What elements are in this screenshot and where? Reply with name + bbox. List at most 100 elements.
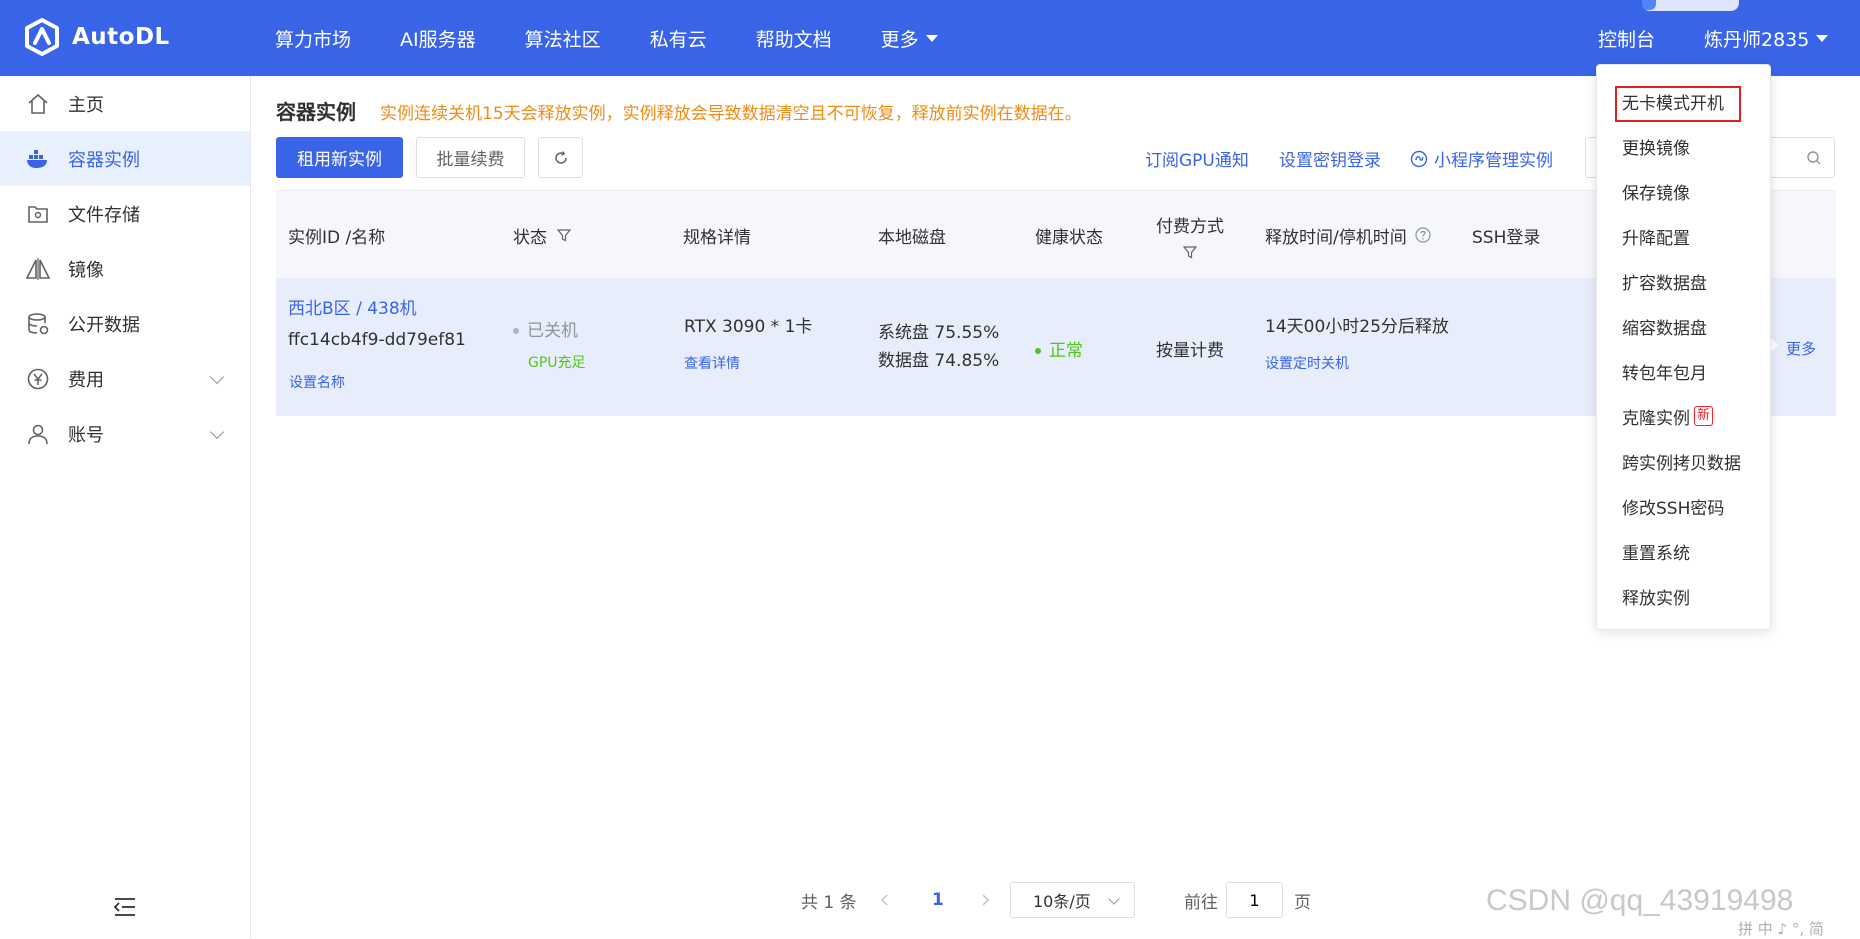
console-link[interactable]: 控制台 bbox=[1598, 25, 1655, 52]
chevron-down-icon bbox=[209, 369, 225, 385]
sidebar-item-label: 主页 bbox=[68, 94, 104, 116]
prev-page-icon[interactable] bbox=[880, 882, 890, 918]
set-scheduled-shutdown-link[interactable]: 设置定时关机 bbox=[1265, 353, 1349, 373]
sidebar-item-account[interactable]: 账号 bbox=[0, 406, 250, 461]
menu-item-clone-instance[interactable]: 克隆实例 新 bbox=[1597, 396, 1770, 436]
col-status-label: 状态 bbox=[513, 227, 547, 248]
set-ssh-key-link[interactable]: 设置密钥登录 bbox=[1279, 146, 1381, 171]
user-name: 炼丹师2835 bbox=[1704, 29, 1810, 51]
goto-page-input[interactable] bbox=[1226, 882, 1283, 918]
yen-icon bbox=[24, 365, 52, 393]
menu-item-reset-system[interactable]: 重置系统 bbox=[1597, 531, 1770, 571]
sidebar-item-label: 费用 bbox=[68, 369, 104, 391]
page-title: 容器实例 bbox=[276, 100, 356, 124]
home-icon bbox=[24, 90, 52, 118]
col-instance-id: 实例ID /名称 bbox=[288, 227, 386, 248]
sidebar-item-file-storage[interactable]: 文件存储 bbox=[0, 186, 250, 241]
col-pay[interactable]: 付费方式 bbox=[1156, 191, 1224, 279]
next-page-icon[interactable] bbox=[980, 882, 990, 918]
menu-item-change-ssh-password[interactable]: 修改SSH密码 bbox=[1597, 486, 1770, 526]
refresh-button[interactable] bbox=[538, 137, 583, 178]
caret-down-icon bbox=[925, 34, 938, 42]
csdn-watermark: CSDN @qq_43919498 bbox=[1486, 884, 1794, 917]
menu-item-cross-instance-copy[interactable]: 跨实例拷贝数据 bbox=[1597, 441, 1770, 481]
highlight-box bbox=[1615, 86, 1741, 122]
nav-help-docs[interactable]: 帮助文档 bbox=[756, 25, 832, 52]
sidebar-item-label: 公开数据 bbox=[68, 314, 140, 336]
sidebar-item-label: 镜像 bbox=[68, 259, 104, 281]
nav-ai-server[interactable]: AI服务器 bbox=[400, 25, 476, 52]
subscribe-gpu-notify-link[interactable]: 订阅GPU通知 bbox=[1145, 146, 1249, 171]
filter-icon[interactable] bbox=[557, 228, 571, 242]
sidebar: 主页 容器实例 文件存储 镜像 公开数据 费用 账号 bbox=[0, 76, 251, 938]
page-size-select[interactable]: 10条/页 bbox=[1010, 882, 1135, 918]
miniprogram-manage-label: 小程序管理实例 bbox=[1434, 151, 1553, 171]
menu-item-shrink-data-disk[interactable]: 缩容数据盘 bbox=[1597, 306, 1770, 346]
batch-renew-button[interactable]: 批量续费 bbox=[416, 137, 525, 178]
gpu-availability: GPU充足 bbox=[528, 355, 586, 371]
more-actions-dropdown: 无卡模式开机 更换镜像 保存镜像 升降配置 扩容数据盘 缩容数据盘 转包年包月 … bbox=[1596, 64, 1771, 630]
col-status[interactable]: 状态 bbox=[513, 191, 571, 279]
sidebar-item-label: 账号 bbox=[68, 424, 104, 446]
col-disk: 本地磁盘 bbox=[878, 227, 946, 248]
menu-item-resize-config[interactable]: 升降配置 bbox=[1597, 216, 1770, 256]
row-more-link[interactable]: 更多 bbox=[1786, 338, 1816, 359]
brand-name: AutoDL bbox=[72, 24, 170, 50]
goto-label: 前往 bbox=[1184, 892, 1218, 913]
menu-item-save-image[interactable]: 保存镜像 bbox=[1597, 171, 1770, 211]
chevron-down-icon bbox=[209, 424, 225, 440]
col-release-time: 释放时间/停机时间 bbox=[1265, 191, 1431, 279]
col-pay-label: 付费方式 bbox=[1156, 216, 1224, 237]
set-name-link[interactable]: 设置名称 bbox=[289, 372, 345, 392]
instance-region-link[interactable]: 西北B区 / 438机 bbox=[288, 294, 417, 319]
ime-status-bar: 拼 中 ♪ °, 简 bbox=[1738, 920, 1824, 938]
col-spec: 规格详情 bbox=[683, 227, 751, 248]
nav-private-cloud[interactable]: 私有云 bbox=[650, 25, 707, 52]
pagination-total: 共 1 条 bbox=[801, 892, 857, 913]
clone-instance-label: 克隆实例 bbox=[1622, 408, 1690, 429]
nav-more-label: 更多 bbox=[880, 28, 919, 51]
view-spec-detail-link[interactable]: 查看详情 bbox=[684, 353, 740, 373]
user-icon bbox=[24, 420, 52, 448]
menu-item-convert-subscription[interactable]: 转包年包月 bbox=[1597, 351, 1770, 391]
page-suffix: 页 bbox=[1294, 892, 1311, 913]
caret-down-icon bbox=[1816, 35, 1829, 42]
user-menu[interactable]: 炼丹师2835 bbox=[1704, 25, 1829, 52]
health-dot bbox=[1035, 348, 1041, 354]
autodl-logo-icon bbox=[25, 18, 59, 56]
sidebar-item-images[interactable]: 镜像 bbox=[0, 241, 250, 296]
image-icon bbox=[24, 255, 52, 283]
sidebar-item-label: 容器实例 bbox=[68, 149, 140, 171]
col-release-label: 释放时间/停机时间 bbox=[1265, 227, 1407, 248]
brand-logo[interactable]: AutoDL bbox=[22, 17, 170, 57]
sidebar-item-container-instances[interactable]: 容器实例 bbox=[0, 131, 250, 186]
nav-more[interactable]: 更多 bbox=[881, 25, 938, 52]
new-badge: 新 bbox=[1694, 406, 1714, 426]
miniprogram-manage-link[interactable]: 小程序管理实例 bbox=[1410, 146, 1553, 171]
sidebar-item-billing[interactable]: 费用 bbox=[0, 351, 250, 406]
menu-item-change-image[interactable]: 更换镜像 bbox=[1597, 126, 1770, 166]
instance-status: 已关机 bbox=[513, 316, 578, 341]
data-disk-usage: 数据盘 74.85% bbox=[878, 351, 1000, 371]
menu-item-expand-data-disk[interactable]: 扩容数据盘 bbox=[1597, 261, 1770, 301]
rent-new-instance-button[interactable]: 租用新实例 bbox=[276, 137, 403, 178]
nav-algorithm-community[interactable]: 算法社区 bbox=[525, 25, 601, 52]
sidebar-item-label: 文件存储 bbox=[68, 204, 140, 226]
menu-item-release-instance[interactable]: 释放实例 bbox=[1597, 576, 1770, 616]
miniprogram-icon bbox=[1410, 150, 1428, 167]
main-nav: 算力市场 AI服务器 算法社区 私有云 帮助文档 更多 bbox=[275, 0, 987, 76]
filter-icon[interactable] bbox=[1183, 245, 1197, 259]
col-ssh: SSH登录 bbox=[1472, 227, 1541, 248]
release-notice: 实例连续关机15天会释放实例，实例释放会导致数据清空且不可恢复，释放前实例在数据… bbox=[380, 104, 1082, 124]
sidebar-item-home[interactable]: 主页 bbox=[0, 76, 250, 131]
nav-compute-market[interactable]: 算力市场 bbox=[275, 25, 351, 52]
instance-status-label: 已关机 bbox=[527, 321, 578, 341]
help-icon[interactable] bbox=[1415, 227, 1431, 243]
pay-method: 按量计费 bbox=[1156, 341, 1224, 361]
release-countdown: 14天00小时25分后释放 bbox=[1265, 317, 1449, 337]
storage-icon bbox=[24, 200, 52, 228]
sidebar-item-public-data[interactable]: 公开数据 bbox=[0, 296, 250, 351]
spec-summary: RTX 3090 * 1卡 bbox=[684, 317, 813, 337]
current-page-number[interactable]: 1 bbox=[932, 882, 944, 918]
col-health: 健康状态 bbox=[1035, 227, 1103, 248]
